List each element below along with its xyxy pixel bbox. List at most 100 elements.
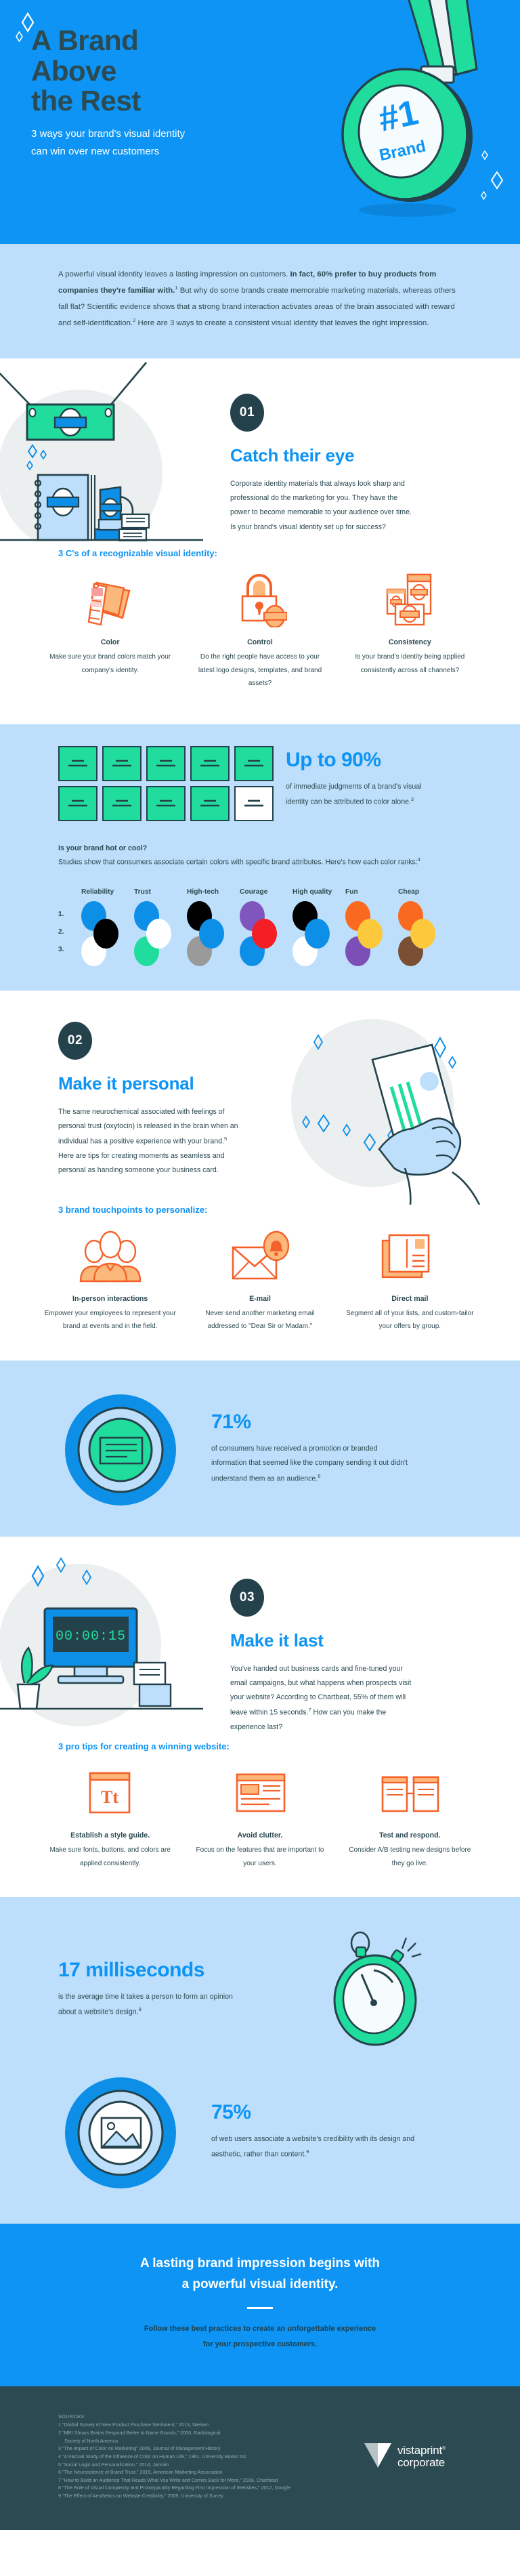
title-line-1: A Brand (31, 24, 139, 56)
rank-color-column (292, 900, 345, 966)
logo-line-2: corporate (397, 2456, 446, 2469)
ab-test-icon (342, 1762, 478, 1821)
rank-number: 1. (58, 910, 64, 918)
card-title: Consistency (388, 638, 431, 647)
rank-header: Trust (134, 888, 151, 896)
stopwatch-illustration (279, 1928, 485, 2050)
grid-card (58, 745, 98, 781)
card-title: E-mail (249, 1294, 271, 1303)
stat-90-desc: of immediate judgments of a brand's visu… (286, 782, 422, 806)
section-03-illustration: 00:00:15 (0, 1543, 223, 1726)
source-item: 4 "A Factual Study of the Influence of C… (58, 2453, 248, 2459)
source-item: 5 "Social Login and Personalization," 20… (58, 2461, 169, 2468)
title-line-3: the Rest (31, 85, 141, 117)
rank-header: High quality (292, 888, 332, 896)
source-item: 9 "The Effect of Aesthetics on Website C… (58, 2493, 223, 2499)
card-desc: Consider A/B testing new designs before … (349, 1846, 471, 1867)
card-title: Test and respond. (379, 1831, 441, 1840)
card-style-guide: Tt Establish a style guide. Make sure fo… (35, 1762, 185, 1870)
grid-card (102, 745, 142, 781)
brand-documents-icon (342, 569, 478, 627)
rank-color-dot (252, 918, 277, 949)
source-item: 6 "The Neuroscience of Brand Trust," 201… (58, 2469, 223, 2476)
medal-number: #1 (375, 93, 422, 140)
infographic-page: A Brand Above the Rest 3 ways your brand… (0, 0, 520, 2530)
source-item: 8 "The Role of Visual Complexity and Pro… (58, 2485, 290, 2491)
footnote-ref-3: 3 (410, 795, 414, 802)
source-item: 2 "MRI Shows Brains Respond Better to Na… (58, 2429, 221, 2436)
rank-color-column (345, 900, 398, 966)
rank-column-headers: Reliability Trust High-tech Courage High… (81, 888, 485, 896)
source-item: 3 "The Impact of Color on Marketing" 200… (58, 2445, 221, 2452)
section-02-heading: Make it personal (58, 1073, 194, 1094)
section-01-heading: Catch their eye (230, 445, 355, 466)
card-in-person: In-person interactions Empower your empl… (35, 1226, 185, 1333)
footnote-ref-6: 6 (318, 1472, 321, 1479)
grid-card (190, 745, 230, 781)
rank-header: Reliability (81, 888, 114, 896)
card-email: E-mail Never send another marketing emai… (185, 1226, 334, 1333)
grid-card (234, 745, 274, 781)
rank-color-dot (410, 918, 435, 949)
rank-number: 3. (58, 945, 64, 953)
rank-number: 2. (58, 928, 64, 936)
section-01-badge: 01 (230, 394, 264, 432)
typography-icon: Tt (42, 1762, 178, 1821)
color-swatches-icon (42, 569, 178, 627)
section-03: 00:00:15 03 Make it last You've handed o… (0, 1536, 520, 1898)
vistaprint-logo: vistaprint® corporate (363, 2442, 485, 2472)
card-control: Control Do the right people have access … (185, 569, 334, 690)
rank-color-dot (199, 918, 224, 949)
stat-75-section: 75% of web users associate a website's c… (0, 2064, 520, 2224)
sparkle-small-icon (15, 31, 24, 42)
grid-card (146, 745, 186, 781)
card-desc: Do the right people have access to your … (198, 653, 322, 688)
grid-card (102, 785, 142, 821)
card-title: Control (247, 638, 273, 647)
source-item: 1 "Global Survey of New Product Purchase… (58, 2422, 209, 2428)
card-grid-visual (35, 745, 274, 821)
footnote-ref-8: 8 (138, 2006, 142, 2013)
cta-body-line-2: for your prospective customers. (202, 2340, 318, 2349)
rank-color-column (81, 900, 134, 966)
rank-color-column (134, 900, 187, 966)
rank-color-dot (146, 918, 171, 949)
section-02-badge: 02 (58, 1021, 92, 1060)
card-desc: Empower your employees to represent your… (44, 1309, 176, 1331)
card-title: In-person interactions (72, 1294, 148, 1303)
card-test-respond: Test and respond. Consider A/B testing n… (335, 1762, 485, 1870)
card-direct-mail: Direct mail Segment all of your lists, a… (335, 1226, 485, 1333)
stat-71-section: 71% of consumers have received a promoti… (0, 1360, 520, 1537)
layout-clutter-icon (192, 1762, 328, 1821)
cta-body: Follow these best practices to create an… (41, 2321, 479, 2352)
cta-body-line-1: Follow these best practices to create an… (144, 2325, 376, 2333)
stat-90-section: Up to 90% of immediate judgments of a br… (0, 724, 520, 991)
intro-part-3: Here are 3 ways to create a consistent v… (135, 318, 429, 327)
card-title: Color (100, 638, 120, 647)
cta-heading-line-2: a powerful visual identity. (181, 2277, 339, 2291)
hot-or-cool-title: Is your brand hot or cool? (58, 844, 148, 852)
stat-75-value: 75% (211, 2101, 251, 2124)
hero-subtitle: 3 ways your brand's visual identity can … (31, 128, 186, 158)
section-02: 02 Make it personal The same neurochemic… (0, 990, 520, 1360)
rank-color-dot (93, 918, 118, 949)
vistaprint-checkmark-icon (363, 2442, 393, 2472)
section-03-subheading: 3 pro tips for creating a winning websit… (58, 1741, 230, 1752)
stat-17ms-value: 17 milliseconds (58, 1959, 204, 1982)
intro-section: A powerful visual identity leaves a last… (0, 244, 520, 359)
stat-71-value: 71% (211, 1411, 251, 1434)
section-01-body: Corporate identity materials that always… (230, 480, 412, 531)
title-line-2: Above (31, 54, 116, 87)
stat-90-value: Up to 90% (286, 748, 381, 771)
source-item: 7 "How to Build an Audience That Reads W… (58, 2476, 278, 2483)
direct-mail-icon (342, 1226, 478, 1284)
stat-71-desc: of consumers have received a promotion o… (211, 1445, 408, 1483)
card-consistency: Consistency Is your brand's identity bei… (335, 569, 485, 690)
stat-17ms-desc: is the average time it takes a person to… (58, 1993, 233, 2017)
rank-header: Courage (240, 888, 268, 896)
cta-section: A lasting brand impression begins with a… (0, 2224, 520, 2387)
section-03-badge: 03 (230, 1578, 264, 1617)
rank-color-dot (358, 918, 383, 949)
touchpoint-cards: In-person interactions Empower your empl… (0, 1226, 520, 1360)
card-desc: Is your brand's identity being applied c… (355, 653, 465, 674)
